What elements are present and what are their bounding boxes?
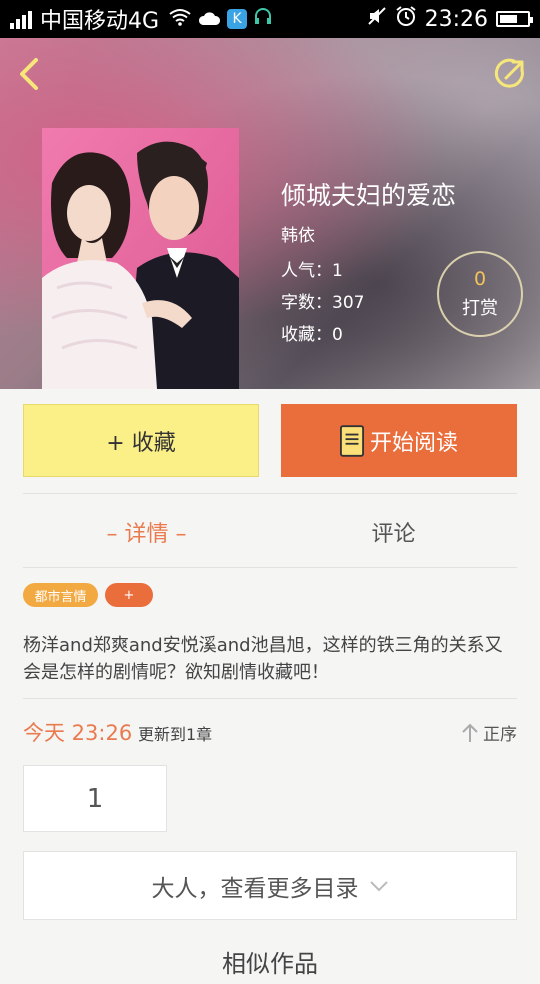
- favorites-stat: 收藏：0: [281, 320, 343, 345]
- add-favorite-button[interactable]: + 收藏: [23, 404, 259, 477]
- tab-comments[interactable]: 评论: [270, 510, 517, 554]
- cloud-icon: [197, 7, 221, 31]
- book-header: 倾城夫妇的爱恋 韩依 人气：1 字数：307 收藏：0 0 打赏: [0, 38, 540, 389]
- alarm-icon: [395, 5, 417, 33]
- k-app-icon: K: [227, 9, 248, 29]
- divider: [23, 698, 517, 699]
- book-title: 倾城夫妇的爱恋: [281, 181, 457, 210]
- start-reading-label: 开始阅读: [369, 430, 458, 456]
- start-reading-button[interactable]: 开始阅读: [281, 404, 517, 477]
- sort-order-button[interactable]: 正序: [461, 720, 517, 745]
- wifi-icon: [169, 7, 191, 31]
- chevron-down-icon: [369, 880, 388, 891]
- tip-count: 0: [473, 268, 487, 290]
- headset-icon: [253, 7, 273, 32]
- add-tag-button[interactable]: +: [105, 583, 153, 607]
- clock-time: 23:26: [424, 6, 488, 32]
- tab-details[interactable]: – 详情 –: [23, 510, 270, 554]
- divider: [23, 493, 517, 494]
- chapter-item[interactable]: 1: [23, 765, 167, 832]
- update-time: 今天 23:26: [23, 721, 133, 745]
- tip-button[interactable]: 0 打赏: [437, 251, 523, 337]
- book-description: 杨洋and郑爽and安悦溪and池昌旭，这样的铁三角的关系又会是怎样的剧情呢？欲…: [23, 635, 503, 683]
- book-icon: [339, 424, 364, 457]
- chevron-left-icon: [20, 58, 38, 90]
- divider: [23, 567, 517, 568]
- share-icon: [494, 58, 524, 88]
- status-bar: 中国移动4G K 23:26: [0, 0, 540, 38]
- tip-label: 打赏: [462, 298, 498, 319]
- favorites-value: 0: [332, 325, 343, 345]
- share-button[interactable]: [492, 56, 528, 92]
- back-button[interactable]: [14, 54, 46, 94]
- favorites-label: 收藏：: [281, 325, 332, 345]
- more-catalog-label: 大人，查看更多目录: [151, 875, 359, 902]
- popularity-stat: 人气：1: [281, 256, 343, 281]
- mute-icon: [367, 6, 387, 32]
- carrier-name: 中国移动4G: [40, 9, 160, 34]
- cover-image[interactable]: [42, 128, 239, 389]
- arrow-up-icon: [462, 723, 478, 742]
- sort-order-label: 正序: [483, 725, 517, 745]
- genre-tag[interactable]: 都市言情: [23, 583, 98, 607]
- word-count-stat: 字数：307: [281, 288, 364, 313]
- word-count-label: 字数：: [281, 293, 332, 313]
- popularity-value: 1: [332, 261, 343, 281]
- word-count-value: 307: [332, 293, 365, 313]
- popularity-label: 人气：: [281, 261, 332, 281]
- battery-icon: [496, 11, 533, 27]
- more-catalog-button[interactable]: 大人，查看更多目录: [23, 851, 517, 920]
- signal-icon: [10, 9, 32, 29]
- book-author[interactable]: 韩依: [281, 221, 315, 246]
- update-chapter-count: 更新到1章: [138, 725, 213, 744]
- similar-works-heading: 相似作品: [222, 950, 318, 978]
